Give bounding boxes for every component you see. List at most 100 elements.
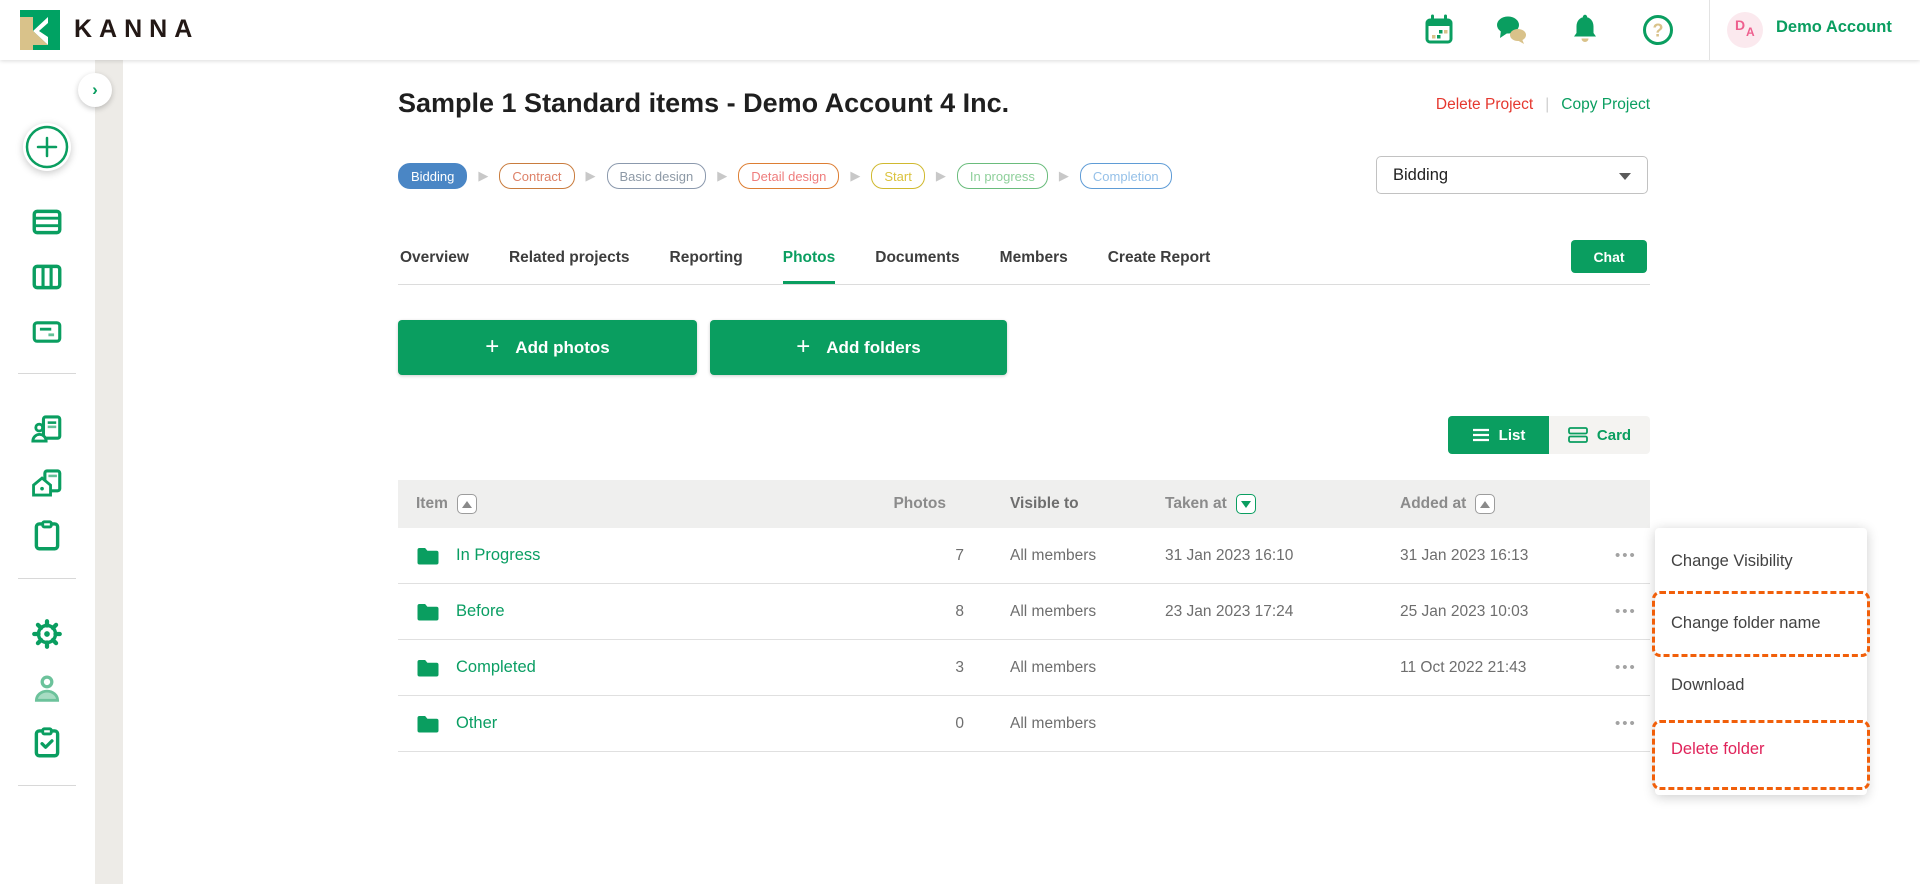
list-icon — [1472, 428, 1490, 442]
sidebar-gutter — [95, 60, 123, 884]
add-photos-button[interactable]: + Add photos — [398, 320, 697, 375]
page-title: Sample 1 Standard items - Demo Account 4… — [398, 88, 1009, 119]
row-more-button[interactable]: ••• — [1615, 603, 1650, 620]
status-dropdown[interactable]: Bidding — [1376, 156, 1648, 194]
table-header-row: Item Photos Visible to Taken at Added at — [398, 480, 1650, 528]
plus-icon: + — [485, 335, 499, 359]
tab-create-report[interactable]: Create Report — [1108, 249, 1211, 284]
add-folders-button[interactable]: + Add folders — [710, 320, 1007, 375]
status-badge-start[interactable]: Start — [871, 163, 924, 189]
messages-icon[interactable] — [1493, 12, 1529, 48]
tab-related-projects[interactable]: Related projects — [509, 249, 630, 284]
delete-project-link[interactable]: Delete Project — [1436, 96, 1533, 113]
account-name-link[interactable]: Demo Account — [1776, 18, 1892, 37]
help-icon[interactable]: ? — [1640, 12, 1676, 48]
tab-documents[interactable]: Documents — [875, 249, 959, 284]
folder-link[interactable]: Other — [456, 714, 497, 733]
column-header-visible-to: Visible to — [1010, 495, 1079, 513]
status-badge-basic-design[interactable]: Basic design — [607, 163, 707, 189]
svg-text:?: ? — [1653, 21, 1664, 41]
pipeline-arrow-icon: ▶ — [478, 168, 488, 184]
sidebar-item-settings[interactable] — [30, 617, 64, 651]
chevron-right-icon: › — [92, 80, 98, 100]
sidebar-item-profile[interactable] — [30, 672, 64, 706]
tab-reporting[interactable]: Reporting — [670, 249, 743, 284]
visible-to: All members — [970, 547, 1165, 565]
card-view-button[interactable]: Card — [1549, 416, 1650, 454]
sidebar-item-client-projects[interactable] — [30, 412, 64, 446]
pipeline-arrow-icon: ▶ — [586, 168, 596, 184]
status-badge-bidding[interactable]: Bidding — [398, 163, 467, 189]
taken-at: 31 Jan 2023 16:10 — [1165, 547, 1400, 565]
sort-desc-button-active[interactable] — [1236, 494, 1256, 514]
chat-button[interactable]: Chat — [1571, 240, 1647, 273]
sidebar-item-tasks[interactable] — [30, 726, 64, 760]
notifications-bell-icon[interactable] — [1567, 12, 1603, 48]
sort-asc-button[interactable] — [1475, 494, 1495, 514]
columns-icon — [30, 260, 64, 294]
photos-count: 3 — [880, 659, 970, 677]
folder-icon — [416, 714, 440, 734]
sidebar-divider — [18, 373, 76, 374]
list-view-button[interactable]: List — [1448, 416, 1549, 454]
avatar-initial: D — [1735, 17, 1745, 33]
folder-link[interactable]: Before — [456, 602, 505, 621]
home-document-icon — [30, 466, 64, 500]
view-toggle: List Card — [1448, 416, 1650, 454]
menu-item-change-folder-name[interactable]: Change folder name — [1671, 614, 1821, 633]
status-dropdown-value: Bidding — [1393, 166, 1448, 185]
kanna-logo-icon[interactable] — [20, 10, 60, 50]
added-at: 11 Oct 2022 21:43 — [1400, 659, 1615, 677]
sidebar-item-card-view[interactable] — [30, 315, 64, 349]
sort-desc-icon — [1241, 501, 1251, 508]
create-new-button[interactable] — [23, 123, 71, 171]
link-separator: | — [1533, 96, 1561, 113]
row-more-button[interactable]: ••• — [1615, 659, 1650, 676]
folder-icon — [416, 546, 440, 566]
column-header-taken-at: Taken at — [1165, 495, 1227, 513]
status-badge-completion[interactable]: Completion — [1080, 163, 1172, 189]
sidebar-item-clipboard[interactable] — [30, 519, 64, 553]
dropdown-caret-icon — [1619, 173, 1631, 180]
folder-link[interactable]: In Progress — [456, 546, 540, 565]
visible-to: All members — [970, 603, 1165, 621]
menu-item-download[interactable]: Download — [1671, 676, 1744, 695]
sort-asc-icon — [1480, 501, 1490, 508]
taken-at: 23 Jan 2023 17:24 — [1165, 603, 1400, 621]
folder-icon — [416, 602, 440, 622]
status-badge-detail-design[interactable]: Detail design — [738, 163, 839, 189]
status-badge-in-progress[interactable]: In progress — [957, 163, 1048, 189]
row-more-button[interactable]: ••• — [1615, 715, 1650, 732]
sort-asc-icon — [462, 501, 472, 508]
sidebar-item-list-view[interactable] — [30, 205, 64, 239]
column-header-photos: Photos — [893, 495, 946, 513]
column-header-item: Item — [416, 495, 448, 513]
copy-project-link[interactable]: Copy Project — [1561, 96, 1650, 113]
folders-table: Item Photos Visible to Taken at Added at — [398, 480, 1650, 752]
main-content: Sample 1 Standard items - Demo Account 4… — [123, 60, 1920, 884]
sidebar-expand-button[interactable]: › — [78, 73, 112, 107]
photos-count: 7 — [880, 547, 970, 565]
sidebar-item-board-view[interactable] — [30, 260, 64, 294]
sidebar-item-site-projects[interactable] — [30, 466, 64, 500]
calendar-icon[interactable] — [1421, 12, 1457, 48]
card-icon — [30, 315, 64, 349]
tab-members[interactable]: Members — [1000, 249, 1068, 284]
folder-link[interactable]: Completed — [456, 658, 536, 677]
card-view-icon — [1568, 427, 1588, 443]
pipeline-arrow-icon: ▶ — [1059, 168, 1069, 184]
account-avatar[interactable]: D A — [1727, 12, 1763, 48]
tab-photos[interactable]: Photos — [783, 249, 836, 284]
person-document-icon — [30, 412, 64, 446]
person-icon — [30, 672, 64, 706]
pipeline-arrow-icon: ▶ — [936, 168, 946, 184]
menu-item-change-visibility[interactable]: Change Visibility — [1671, 552, 1793, 571]
visible-to: All members — [970, 715, 1165, 733]
status-badge-contract[interactable]: Contract — [499, 163, 574, 189]
brand-wordmark: KANNA — [74, 15, 199, 44]
row-more-button[interactable]: ••• — [1615, 547, 1650, 564]
visible-to: All members — [970, 659, 1165, 677]
tab-overview[interactable]: Overview — [400, 249, 469, 284]
menu-item-delete-folder[interactable]: Delete folder — [1671, 740, 1765, 759]
sort-asc-button[interactable] — [457, 494, 477, 514]
